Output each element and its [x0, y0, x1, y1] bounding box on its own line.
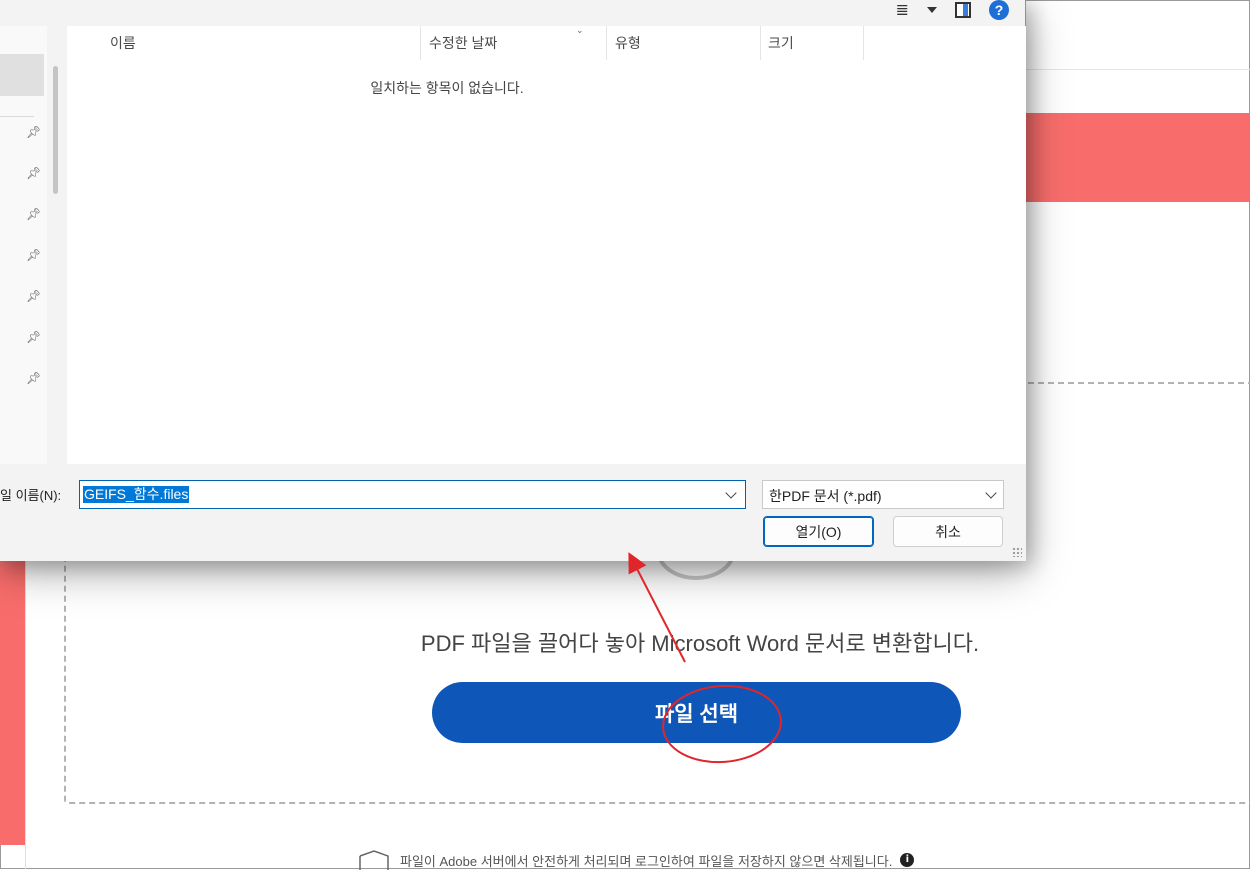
filetype-select[interactable]: 한PDF 문서 (*.pdf)	[762, 480, 1004, 509]
shield-icon	[359, 850, 389, 870]
view-dropdown-arrow-icon[interactable]	[927, 7, 937, 13]
pin-icon[interactable]: 📌︎	[26, 330, 41, 344]
pin-icon[interactable]: 📌︎	[26, 166, 41, 180]
column-header-size[interactable]: 크기	[768, 32, 794, 60]
navigation-pane: 📌︎ 📌︎ 📌︎ 📌︎ 📌︎ 📌︎ 📌︎	[0, 26, 47, 464]
open-button[interactable]: 열기(O)	[763, 516, 874, 547]
pin-icon[interactable]: 📌︎	[26, 248, 41, 262]
drop-instructions: PDF 파일을 끌어다 놓아 Microsoft Word 문서로 변환합니다.	[420, 631, 980, 656]
pin-icon[interactable]: 📌︎	[26, 125, 41, 139]
page-header-divider	[1020, 69, 1250, 70]
empty-list-message: 일치하는 항목이 없습니다.	[370, 80, 524, 96]
dialog-toolbar: ≣ ?	[896, 0, 1009, 20]
footer-note-text: 파일이 Adobe 서버에서 안전하게 처리되며 로그인하여 파일을 저장하지 …	[400, 853, 893, 869]
red-side-stripe	[0, 560, 25, 845]
column-header-type[interactable]: 유형	[615, 32, 641, 60]
cancel-button[interactable]: 취소	[893, 516, 1003, 547]
chevron-down-icon[interactable]	[985, 487, 997, 499]
select-file-button[interactable]: 파일 선택	[432, 682, 961, 743]
resize-grip-icon[interactable]	[1012, 547, 1022, 557]
column-divider[interactable]	[606, 26, 607, 60]
column-divider[interactable]	[863, 26, 864, 60]
footer-note: 파일이 Adobe 서버에서 안전하게 처리되며 로그인하여 파일을 저장하지 …	[356, 850, 1056, 870]
page-left-border	[25, 560, 26, 869]
column-divider[interactable]	[420, 26, 421, 60]
view-options-icon[interactable]: ≣	[896, 2, 909, 18]
pin-icon[interactable]: 📌︎	[26, 289, 41, 303]
file-list: 이름 수정한 날짜 ⌄ 유형 크기 일치하는 항목이 없습니다.	[67, 26, 1026, 464]
filetype-select-value[interactable]: 한PDF 문서 (*.pdf)	[769, 486, 882, 506]
pin-icon[interactable]: 📌︎	[26, 207, 41, 221]
column-header-modified[interactable]: 수정한 날짜	[429, 32, 497, 60]
chevron-down-icon[interactable]	[725, 487, 737, 499]
sort-chevron-icon: ⌄	[576, 26, 584, 36]
nav-selected-item[interactable]	[0, 54, 44, 96]
filename-label: 일 이름(N):	[0, 488, 62, 503]
info-icon[interactable]: i	[900, 853, 915, 867]
help-icon[interactable]: ?	[989, 0, 1009, 20]
filename-input[interactable]: GEIFS_함수.files	[79, 480, 746, 509]
red-banner	[1022, 113, 1250, 202]
nav-separator	[0, 116, 34, 117]
column-header-name[interactable]: 이름	[110, 32, 136, 60]
dialog-bottom-area: 일 이름(N): GEIFS_함수.files 한PDF 문서 (*.pdf) …	[0, 464, 1026, 561]
pin-icon[interactable]: 📌︎	[26, 371, 41, 385]
column-divider[interactable]	[760, 26, 761, 60]
filename-input-value[interactable]: GEIFS_함수.files	[83, 486, 190, 503]
preview-pane-icon[interactable]	[955, 2, 971, 18]
nav-scrollbar[interactable]	[53, 66, 58, 194]
file-open-dialog: ≣ ? 📌︎ 📌︎ 📌︎ 📌︎ 📌︎ 📌︎ 📌︎ 이름 수정한 날짜 ⌄ 유형 …	[0, 0, 1026, 561]
